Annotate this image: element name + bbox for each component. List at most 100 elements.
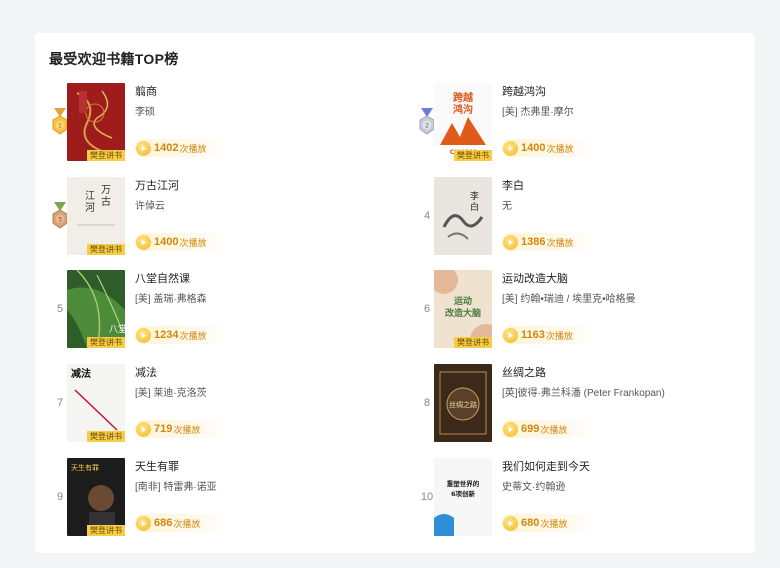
play-count-badge: 680 次播放 [502,514,598,532]
play-icon [136,327,151,343]
book-item[interactable]: 3 万 古 江 河 樊登讲书 万古江河 许倬云 1400 次播放 [49,177,379,255]
svg-text:鸿沟: 鸿沟 [453,103,473,116]
book-title[interactable]: 减法 [135,366,375,380]
book-author: [美] 约翰•瑞迪 / 埃里克•哈格曼 [502,294,636,305]
svg-text:天生有罪: 天生有罪 [71,463,99,472]
cover-tag: 樊登讲书 [87,337,125,348]
book-title[interactable]: 运动改造大脑 [502,272,742,286]
svg-text:白: 白 [470,201,479,213]
svg-text:李: 李 [470,190,479,202]
book-author: [美] 杰弗里·摩尔 [502,107,574,118]
rank-number: 7 [56,397,64,409]
book-item[interactable]: 4 李 白 李白 无 1386 次播放 [416,177,746,255]
cover-tag: 樊登讲书 [87,150,125,161]
play-icon [503,140,518,156]
book-item[interactable]: 10 重塑世界的 6项创新 我们如何走到今天 史蒂文·约翰逊 680 次播放 [416,458,746,536]
book-author: 许倬云 [135,201,165,212]
play-unit: 次播放 [179,237,207,248]
book-title[interactable]: 我们如何走到今天 [502,460,742,474]
svg-text:八堂: 八堂 [109,323,125,335]
play-unit: 次播放 [540,424,568,435]
book-title[interactable]: 万古江河 [135,179,375,193]
play-icon [136,234,151,250]
svg-text:跨越: 跨越 [453,91,474,104]
play-count-badge: 1163 次播放 [502,326,598,344]
play-icon [503,327,518,343]
book-cover[interactable]: 天生有罪 樊登讲书 [67,458,125,536]
book-cover[interactable]: 万 古 江 河 樊登讲书 [67,177,125,255]
book-cover[interactable]: 运动 改造大脑 樊登讲书 [434,270,492,348]
svg-text:重塑世界的: 重塑世界的 [447,479,480,488]
play-icon [503,515,518,531]
svg-text:万: 万 [101,185,111,196]
play-count: 1234 [154,329,179,341]
cover-tag: 樊登讲书 [87,431,125,442]
play-unit: 次播放 [179,143,207,154]
cover-tag: 樊登讲书 [87,525,125,536]
play-count: 1400 [521,142,546,154]
book-author: [南非] 特雷弗·诺亚 [135,482,217,493]
play-unit: 次播放 [173,424,201,435]
book-title[interactable]: 李白 [502,179,742,193]
rank-number: 4 [423,210,431,222]
svg-text:6项创新: 6项创新 [451,489,476,498]
cover-tag: 樊登讲书 [454,337,492,348]
play-unit: 次播放 [173,518,201,529]
book-author: [美] 莱迪·克洛茨 [135,388,207,399]
book-item[interactable]: 5 八堂 樊登讲书 八堂自然课 [美] 盖瑞·弗格森 1234 次播放 [49,270,379,348]
book-title[interactable]: 八堂自然课 [135,272,375,286]
play-unit: 次播放 [546,237,574,248]
svg-text:江: 江 [85,190,95,202]
rank-number: 9 [56,491,64,503]
book-cover[interactable]: 跨越 鸿沟 CHASM 樊登讲书 [434,83,492,161]
svg-text:改造大脑: 改造大脑 [445,307,481,319]
book-cover[interactable]: 李 白 [434,177,492,255]
svg-text:2: 2 [425,123,429,130]
play-count: 1386 [521,236,546,248]
book-cover[interactable]: 重塑世界的 6项创新 [434,458,492,536]
rank-number: 10 [420,491,434,503]
play-icon [136,140,151,156]
play-unit: 次播放 [179,330,207,341]
play-count: 1402 [154,142,179,154]
play-count-badge: 1402 次播放 [135,139,231,157]
book-cover[interactable]: 樊登讲书 [67,83,125,161]
book-author: [英]彼得·弗兰科潘 (Peter Frankopan) [502,388,665,399]
book-author: 李硕 [135,107,155,118]
book-author: [美] 盖瑞·弗格森 [135,294,207,305]
book-title[interactable]: 翦商 [135,85,375,99]
svg-text:古: 古 [101,195,111,208]
book-cover[interactable]: 丝绸之路 [434,364,492,442]
top-books-panel: 最受欢迎书籍TOP榜 1 樊登讲书 翦商 李硕 1402 次播放 2 跨越 鸿沟… [35,33,755,553]
book-item[interactable]: 6 运动 改造大脑 樊登讲书 运动改造大脑 [美] 约翰•瑞迪 / 埃里克•哈格… [416,270,746,348]
book-item[interactable]: 7 减法 樊登讲书 减法 [美] 莱迪·克洛茨 719 次播放 [49,364,379,442]
svg-text:1: 1 [58,123,62,130]
book-title[interactable]: 跨越鸿沟 [502,85,742,99]
cover-tag: 樊登讲书 [87,244,125,255]
play-count-badge: 686 次播放 [135,514,231,532]
cover-tag: 樊登讲书 [454,150,492,161]
book-item[interactable]: 2 跨越 鸿沟 CHASM 樊登讲书 跨越鸿沟 [美] 杰弗里·摩尔 1400 … [416,83,746,161]
book-item[interactable]: 8 丝绸之路 丝绸之路 [英]彼得·弗兰科潘 (Peter Frankopan)… [416,364,746,442]
play-icon [503,234,518,250]
play-icon [503,421,518,437]
play-count: 1163 [521,329,545,341]
section-title: 最受欢迎书籍TOP榜 [49,51,179,67]
play-count-badge: 1234 次播放 [135,326,231,344]
svg-text:丝绸之路: 丝绸之路 [449,400,477,409]
svg-text:运动: 运动 [454,296,472,307]
book-item[interactable]: 9 天生有罪 樊登讲书 天生有罪 [南非] 特雷弗·诺亚 686 次播放 [49,458,379,536]
play-count: 719 [154,423,173,435]
book-cover[interactable]: 减法 樊登讲书 [67,364,125,442]
play-unit: 次播放 [540,518,568,529]
book-title[interactable]: 丝绸之路 [502,366,742,380]
rank-number: 8 [423,397,431,409]
play-count-badge: 699 次播放 [502,420,598,438]
play-count: 699 [521,423,540,435]
book-cover[interactable]: 八堂 樊登讲书 [67,270,125,348]
svg-text:河: 河 [85,202,95,214]
book-title[interactable]: 天生有罪 [135,460,375,474]
book-item[interactable]: 1 樊登讲书 翦商 李硕 1402 次播放 [49,83,379,161]
rank-number: 6 [423,303,431,315]
play-count: 680 [521,517,540,529]
